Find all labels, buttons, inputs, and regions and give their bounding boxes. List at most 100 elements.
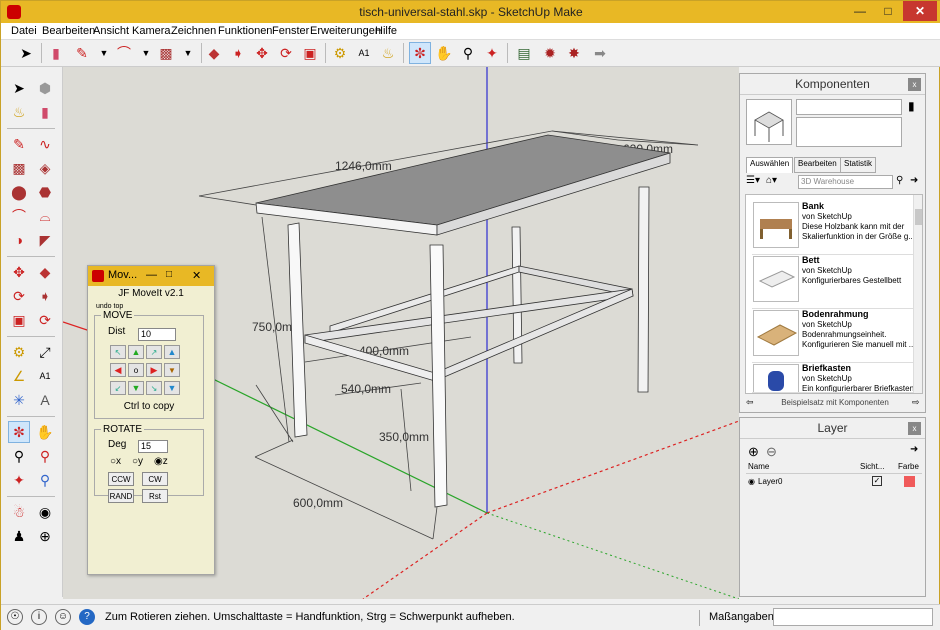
ccw-button[interactable]: CCW: [108, 472, 134, 486]
forward-arrow-icon[interactable]: ⇨: [912, 397, 920, 408]
col-color[interactable]: Farbe: [898, 462, 919, 471]
visible-checkbox[interactable]: ✓: [872, 476, 882, 486]
pan-tool-icon[interactable]: ✋: [34, 421, 56, 443]
look-around-icon[interactable]: ◉: [34, 501, 56, 523]
list-item[interactable]: Bett von SketchUp Konfigurierbares Gestell…: [752, 255, 920, 309]
menu-zeichnen[interactable]: Zeichnen: [171, 25, 216, 37]
tab-statistik[interactable]: Statistik: [840, 157, 877, 173]
forward-icon[interactable]: ➜: [910, 175, 918, 186]
arc-tool-icon[interactable]: ⌒: [113, 42, 135, 64]
zoom-tool-icon[interactable]: ⚲: [457, 42, 479, 64]
rand-button[interactable]: RAND: [108, 489, 134, 503]
freehand-tool-icon[interactable]: ∿: [34, 133, 56, 155]
move-up-button[interactable]: ▲: [128, 345, 144, 359]
rotated-rectangle-tool-icon[interactable]: ◈: [34, 157, 56, 179]
plugin-close-button[interactable]: ✕: [192, 269, 201, 282]
credits-icon[interactable]: i: [31, 609, 47, 625]
layer-color-swatch[interactable]: [904, 476, 915, 487]
move-origin-button[interactable]: o: [128, 363, 144, 377]
polygon-tool-icon[interactable]: ⬣: [34, 181, 56, 203]
menu-fenster[interactable]: Fenster: [272, 25, 309, 37]
circle-tool-icon[interactable]: ⬤: [8, 181, 30, 203]
protractor-tool-icon[interactable]: ∠: [8, 365, 30, 387]
zoom-tool-icon[interactable]: ⚲: [8, 445, 30, 467]
text-tool-icon[interactable]: A1: [353, 42, 375, 64]
home-icon[interactable]: ⌂▾: [766, 175, 777, 186]
minimize-button[interactable]: —: [846, 1, 874, 21]
menu-erweiterungen[interactable]: Erweiterungen: [310, 25, 381, 37]
share-model-icon[interactable]: ✹: [539, 42, 561, 64]
dropdown-arrow-icon[interactable]: ▼: [135, 42, 157, 64]
warehouse-icon[interactable]: ▤: [513, 42, 535, 64]
move-tool-icon[interactable]: ✥: [251, 42, 273, 64]
rectangle-tool-icon[interactable]: ▩: [155, 42, 177, 64]
tab-auswaehlen[interactable]: Auswählen: [746, 157, 794, 173]
push-pull-tool-icon[interactable]: ◆: [203, 42, 225, 64]
orbit-tool-icon[interactable]: ✼: [8, 421, 30, 443]
component-name-field[interactable]: [796, 99, 902, 115]
tape-measure-tool-icon[interactable]: ⚙: [8, 341, 30, 363]
menu-funktionen[interactable]: Funktionen: [218, 25, 272, 37]
move-up-left-button[interactable]: ↖: [110, 345, 126, 359]
component-description-field[interactable]: [796, 117, 902, 147]
move-z-down-button[interactable]: ▼: [164, 381, 180, 395]
select-tool-icon[interactable]: ➤: [8, 77, 30, 99]
pencil-tool-icon[interactable]: ✎: [71, 42, 93, 64]
menu-ansicht[interactable]: Ansicht: [93, 25, 129, 37]
move-z-up-button[interactable]: ▲: [164, 345, 180, 359]
move-tool-icon[interactable]: ✥: [8, 261, 30, 283]
delete-layer-icon[interactable]: ⊖: [766, 444, 777, 460]
paint-bucket-tool-icon[interactable]: ♨: [377, 42, 399, 64]
eraser-tool-icon[interactable]: ▮: [45, 42, 67, 64]
select-tool-icon[interactable]: ➤: [15, 42, 37, 64]
three-point-arc-tool-icon[interactable]: ◑: [8, 229, 30, 251]
menu-hilfe[interactable]: Hilfe: [375, 25, 397, 37]
text-tool-icon[interactable]: A1: [34, 365, 56, 387]
dist-input[interactable]: 10: [138, 328, 176, 341]
rectangle-tool-icon[interactable]: ▩: [8, 157, 30, 179]
cw-button[interactable]: CW: [142, 472, 168, 486]
component-list-scrollbar[interactable]: [913, 195, 922, 393]
follow-me-tool-icon[interactable]: ➧: [34, 285, 56, 307]
warehouse-search-input[interactable]: 3D Warehouse: [798, 175, 893, 189]
3d-text-tool-icon[interactable]: A: [34, 389, 56, 411]
deg-input[interactable]: 15: [138, 440, 168, 453]
view-options-icon[interactable]: ☰▾: [746, 175, 760, 186]
dropdown-arrow-icon[interactable]: ▼: [93, 42, 115, 64]
zoom-window-tool-icon[interactable]: ⚲: [34, 445, 56, 467]
layer-close-icon[interactable]: x: [908, 422, 921, 435]
menu-kamera[interactable]: Kamera: [132, 25, 171, 37]
details-icon[interactable]: ▮: [908, 99, 915, 113]
close-button[interactable]: ✕: [903, 1, 937, 21]
previous-view-icon[interactable]: ⚲: [34, 469, 56, 491]
user-icon[interactable]: ☺: [55, 609, 71, 625]
move-drop-button[interactable]: ▼: [164, 363, 180, 377]
list-item[interactable]: Briefkasten von SketchUp Ein konfigurierba…: [752, 363, 920, 393]
axes-tool-icon[interactable]: ✳: [8, 389, 30, 411]
move-up-right-button[interactable]: ↗: [146, 345, 162, 359]
list-item[interactable]: Bodenrahmung von SketchUp Bodenrahmungsein…: [752, 309, 920, 363]
rst-button[interactable]: Rst: [142, 489, 168, 503]
offset-tool-icon[interactable]: ⟳: [34, 309, 56, 331]
rotate-tool-icon[interactable]: ⟳: [275, 42, 297, 64]
plugin-minimize-button[interactable]: —: [146, 269, 157, 281]
arc-tool-icon[interactable]: ⌒: [8, 205, 30, 227]
tape-measure-tool-icon[interactable]: ⚙: [329, 42, 351, 64]
measurements-input[interactable]: [773, 608, 933, 626]
paint-bucket-tool-icon[interactable]: ♨: [8, 101, 30, 123]
list-item[interactable]: Bank von SketchUp Diese Holzbank kann mit …: [752, 201, 920, 255]
follow-me-tool-icon[interactable]: ➧: [227, 42, 249, 64]
push-pull-tool-icon[interactable]: ◆: [34, 261, 56, 283]
layer-header[interactable]: Layer: [740, 418, 925, 439]
send-to-layout-icon[interactable]: ➡: [589, 42, 611, 64]
undo-top-link[interactable]: undo top: [96, 303, 123, 310]
walk-tool-icon[interactable]: ♟: [8, 525, 30, 547]
pan-tool-icon[interactable]: ✋: [433, 42, 455, 64]
axis-y-radio[interactable]: ○y: [132, 456, 143, 467]
geo-location-icon[interactable]: ☉: [7, 609, 23, 625]
menu-bearbeiten[interactable]: Bearbeiten: [42, 25, 95, 37]
plugin-maximize-button[interactable]: □: [166, 269, 172, 280]
col-name[interactable]: Name: [748, 462, 769, 471]
eraser-tool-icon[interactable]: ▮: [34, 101, 56, 123]
extension-warehouse-icon[interactable]: ✸: [563, 42, 585, 64]
